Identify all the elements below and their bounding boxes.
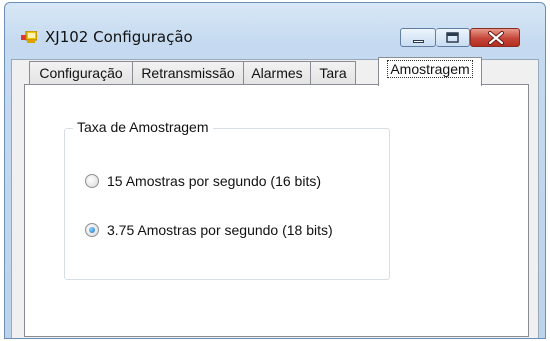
radio-label: 15 Amostras por segundo (16 bits) — [107, 173, 322, 189]
tab-retransmissao[interactable]: Retransmissão — [132, 61, 244, 85]
tab-label: Configuração — [39, 65, 123, 81]
radio-label: 3.75 Amostras por segundo (18 bits) — [107, 222, 333, 238]
tab-label: Retransmissão — [141, 65, 235, 81]
tab-amostragem[interactable]: Amostragem — [378, 57, 482, 86]
tab-label: Alarmes — [251, 65, 303, 81]
tab-label: Tara — [319, 65, 347, 81]
tab-tara[interactable]: Tara — [310, 61, 356, 85]
close-button[interactable] — [470, 28, 520, 47]
radio-button[interactable] — [85, 174, 99, 188]
minimize-button[interactable] — [400, 28, 436, 47]
tab-panel-amostragem: Taxa de Amostragem 15 Amostras por segun… — [24, 84, 529, 337]
sampling-rate-groupbox: Taxa de Amostragem 15 Amostras por segun… — [64, 119, 390, 280]
title-bar[interactable]: XJ102 Configuração — [5, 3, 545, 61]
radio-selected-dot — [89, 227, 95, 233]
close-icon — [488, 31, 504, 45]
app-icon — [21, 31, 37, 43]
tab-alarmes[interactable]: Alarmes — [243, 61, 311, 85]
window-title: XJ102 Configuração — [45, 28, 193, 46]
maximize-icon — [446, 32, 459, 43]
tab-label: Amostragem — [387, 60, 473, 78]
tab-configuracao[interactable]: Configuração — [29, 61, 133, 85]
radio-button[interactable] — [85, 223, 99, 237]
minimize-icon — [413, 40, 424, 43]
groupbox-legend: Taxa de Amostragem — [73, 119, 213, 135]
maximize-button[interactable] — [436, 28, 470, 47]
